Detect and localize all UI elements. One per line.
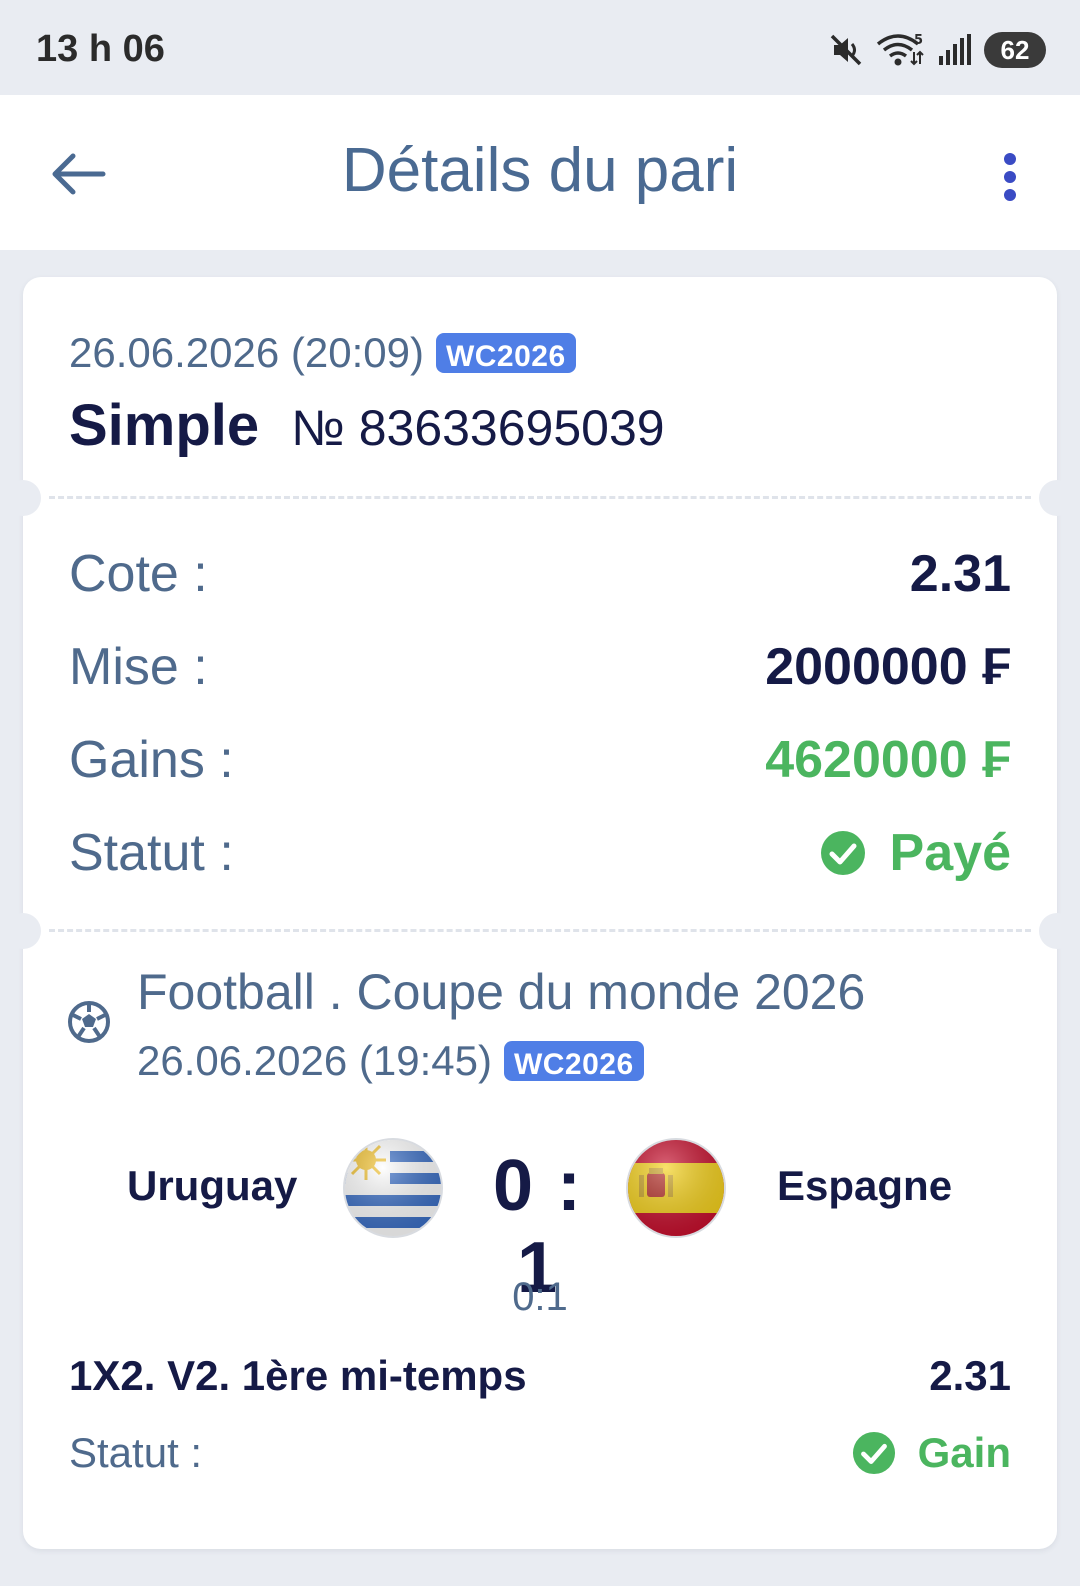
selection-status-row: Statut : Gain xyxy=(69,1429,1011,1477)
winnings-value: 4620000 ₣ xyxy=(765,731,1011,789)
page-title: Détails du pari xyxy=(341,136,739,205)
bet-date-row: 26.06.2026 (20:09) WC2026 xyxy=(69,329,576,377)
event-badge: WC2026 xyxy=(503,1041,644,1081)
status-value-group: Payé xyxy=(820,823,1011,883)
signal-icon xyxy=(936,32,972,68)
status-time: 13 h 06 xyxy=(36,28,165,70)
event-title[interactable]: Football . Coupe du monde 2026 xyxy=(137,963,865,1021)
market-odds: 2.31 xyxy=(929,1352,1011,1399)
card-notch-right xyxy=(1039,480,1075,516)
card-notch-left xyxy=(5,480,41,516)
market-label: 1X2. V2. 1ère mi-temps xyxy=(69,1352,527,1399)
check-circle-icon xyxy=(820,831,865,875)
odds-value: 2.31 xyxy=(909,545,1011,603)
more-vertical-icon xyxy=(1004,153,1016,201)
card-divider-2 xyxy=(49,929,1031,932)
status-bar: 13 h 06 5 62 xyxy=(0,0,1080,95)
status-row: Statut : Payé xyxy=(69,818,1011,888)
stake-value: 2000000 ₣ xyxy=(765,638,1011,696)
selection-status-value: Gain xyxy=(917,1429,1011,1476)
event-date-row: 26.06.2026 (19:45) WC2026 xyxy=(137,1037,644,1085)
market-row: 1X2. V2. 1ère mi-temps 2.31 xyxy=(69,1352,1011,1400)
bet-card: 26.06.2026 (20:09) WC2026 Simple № 83633… xyxy=(5,277,1075,1549)
app-header: Détails du pari xyxy=(0,95,1080,250)
football-icon xyxy=(67,1000,111,1049)
wifi-badge: 5 xyxy=(914,33,923,48)
check-circle-icon xyxy=(852,1431,895,1475)
uruguay-flag-icon xyxy=(342,1137,444,1239)
away-team: Espagne xyxy=(777,1162,953,1209)
status-icons: 5 62 xyxy=(828,30,1046,70)
winnings-label: Gains : xyxy=(69,731,234,789)
half-time-score: 0:1 xyxy=(512,1275,568,1319)
selection-status-label: Statut : xyxy=(69,1429,203,1476)
selection-status-group: Gain xyxy=(852,1429,1011,1477)
stake-label: Mise : xyxy=(69,638,208,696)
card-divider xyxy=(49,496,1031,499)
event-date: 26.06.2026 (19:45) xyxy=(137,1037,492,1084)
card-notch-left-2 xyxy=(5,913,41,949)
bet-badge: WC2026 xyxy=(435,333,576,373)
bet-number: № 83633695039 xyxy=(291,400,665,456)
wifi-icon: 5 xyxy=(876,32,924,68)
bet-type-row: Simple № 83633695039 xyxy=(69,392,665,459)
odds-row: Cote : 2.31 xyxy=(69,539,1011,609)
bet-type: Simple xyxy=(69,393,260,458)
stake-row: Mise : 2000000 ₣ xyxy=(69,632,1011,702)
mute-icon xyxy=(828,32,864,68)
status-label: Statut : xyxy=(69,824,234,882)
card-notch-right-2 xyxy=(1039,913,1075,949)
bet-date: 26.06.2026 (20:09) xyxy=(69,329,424,376)
spain-flag-icon xyxy=(625,1137,727,1239)
home-team: Uruguay xyxy=(127,1162,298,1209)
battery-icon: 62 xyxy=(984,32,1046,68)
odds-label: Cote : xyxy=(69,545,208,603)
more-menu-button[interactable] xyxy=(990,147,1030,207)
winnings-row: Gains : 4620000 ₣ xyxy=(69,725,1011,795)
status-value: Payé xyxy=(889,824,1011,882)
